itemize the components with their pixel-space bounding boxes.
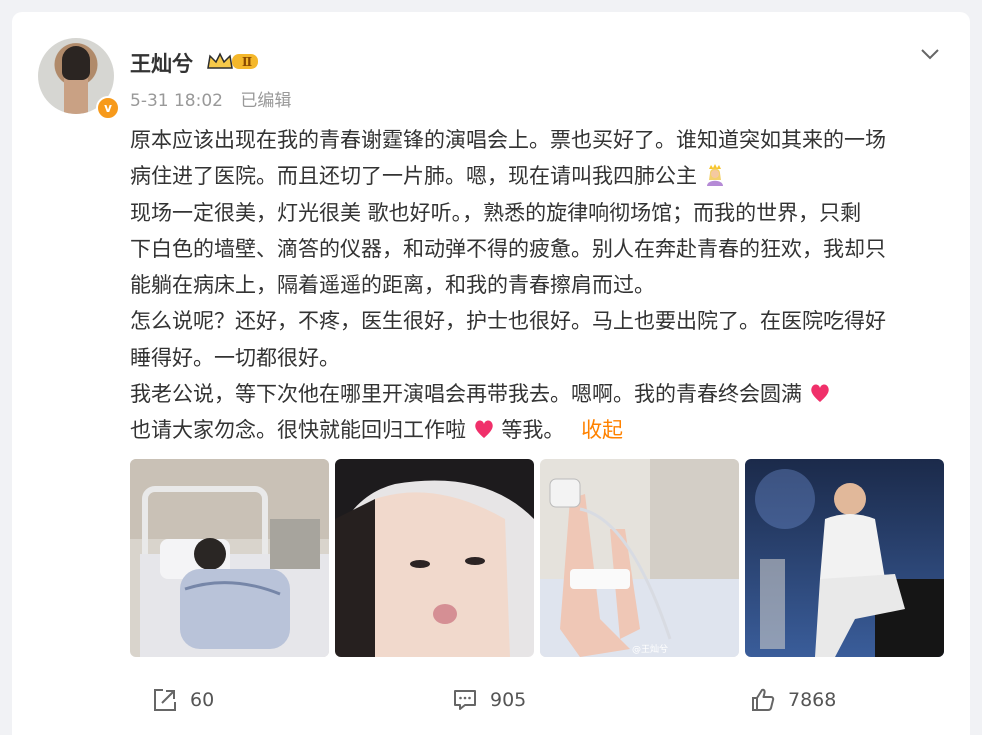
post-meta: 5-31 18:02 已编辑	[130, 86, 303, 111]
hospital-bed-photo[interactable]	[130, 459, 329, 657]
post-card: v 王灿兮 Ⅱ 5-31 18:02 已编辑 原本应该出现在我的青春谢霆锋的演唱…	[12, 12, 970, 735]
image-grid: @王灿兮	[130, 459, 944, 657]
princess-emoji-icon	[706, 164, 723, 187]
post-line: 睡得好。一切都很好。	[130, 345, 340, 370]
chevron-down-icon[interactable]	[918, 42, 942, 66]
comment-count: 905	[490, 689, 527, 711]
post-line: 下白色的墙壁、滴答的仪器，和动弹不得的疲惫。别人在奔赴青春的狂欢，我却只	[130, 236, 886, 261]
heart-icon	[810, 384, 829, 403]
post-text: 原本应该出现在我的青春谢霆锋的演唱会上。票也买好了。谁知道突如其来的一场 病住进…	[130, 122, 950, 449]
post-actions: 60 905 7868	[12, 682, 970, 722]
edited-label[interactable]: 已编辑	[240, 91, 291, 111]
concert-photo[interactable]	[745, 459, 944, 657]
comment-icon	[454, 690, 476, 710]
heart-icon	[474, 420, 493, 439]
post-line: 现场一定很美，灯光很美 歌也好听。，熟悉的旋律响彻场馆；而我的世界，只剩	[130, 200, 862, 225]
share-button[interactable]: 60	[152, 682, 214, 718]
iv-hand-photo[interactable]: @王灿兮	[540, 459, 739, 657]
collapse-link[interactable]: 收起	[581, 418, 623, 442]
thumbs-up-icon	[752, 688, 775, 711]
share-icon	[154, 689, 176, 711]
like-count: 7868	[788, 689, 837, 711]
user-name[interactable]: 王灿兮	[130, 48, 193, 78]
svg-text:Ⅱ: Ⅱ	[242, 55, 252, 69]
post-line: 原本应该出现在我的青春谢霆锋的演唱会上。票也买好了。谁知道突如其来的一场	[130, 128, 886, 152]
comment-button[interactable]: 905	[452, 682, 526, 718]
post-time[interactable]: 5-31 18:02	[130, 91, 223, 111]
like-button[interactable]: 7868	[750, 682, 836, 718]
share-count: 60	[190, 689, 215, 711]
post-line: 能躺在病床上，隔着遥遥的距离，和我的青春擦肩而过。	[130, 273, 655, 298]
post-line: 也请大家勿念。很快就能回归工作啦 等我。 收起	[130, 418, 624, 443]
selfie-photo[interactable]	[335, 459, 534, 657]
post-line: 怎么说呢？还好，不疼，医生很好，护士也很好。马上也要出院了。在医院吃得好	[130, 309, 886, 334]
post-line: 病住进了医院。而且还切了一片肺。嗯，现在请叫我四肺公主	[130, 158, 950, 194]
post-line: 我老公说，等下次他在哪里开演唱会再带我去。嗯啊。我的青春终会圆满	[130, 376, 950, 412]
svg-text:@王灿兮: @王灿兮	[632, 643, 668, 655]
member-level-icon[interactable]: Ⅱ	[206, 50, 262, 72]
verified-badge: v	[96, 96, 120, 120]
